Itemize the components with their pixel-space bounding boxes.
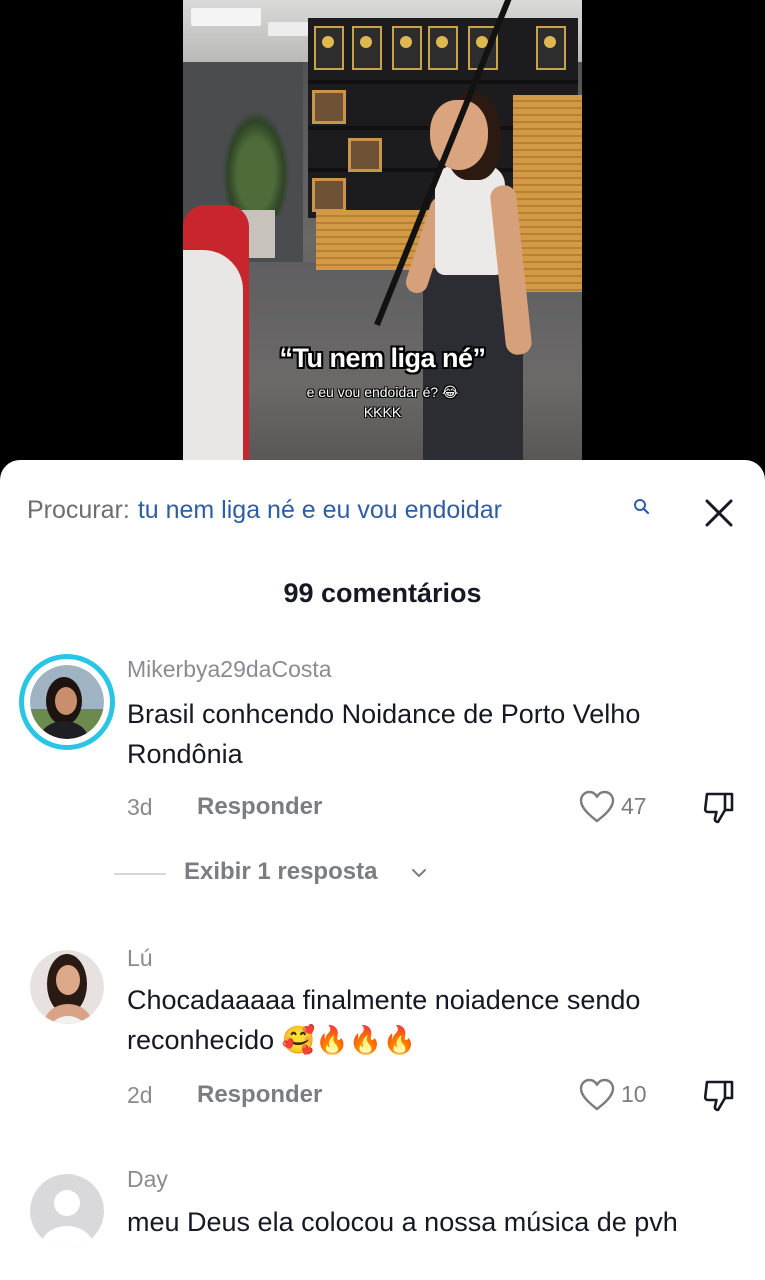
dislike-icon[interactable]: [701, 1078, 737, 1114]
search-query-link[interactable]: tu nem liga né e eu vou endoidar: [138, 496, 502, 524]
reply-button[interactable]: Responder: [197, 1081, 322, 1109]
avatar-story-ring[interactable]: [19, 654, 115, 750]
heart-icon[interactable]: [579, 1078, 615, 1112]
comment-username[interactable]: Mikerbya29daCosta: [127, 656, 332, 683]
video-caption-main: “Tu nem liga né”: [279, 343, 486, 373]
search-prefix: Procurar:: [27, 496, 130, 524]
avatar[interactable]: [30, 1174, 104, 1248]
heart-icon[interactable]: [579, 790, 615, 824]
chevron-down-icon[interactable]: [410, 864, 428, 882]
comment-text: Chocadaaaaa finalmente noiadence sendo r…: [127, 985, 641, 1055]
close-icon[interactable]: [700, 494, 738, 532]
comment-text: Brasil conhcendo Noidance de Porto Velho…: [127, 699, 641, 769]
reply-button[interactable]: Responder: [197, 793, 322, 821]
view-replies-label[interactable]: Exibir 1 resposta: [184, 858, 377, 886]
like-count: 10: [621, 1081, 647, 1107]
comment-time: 3d: [127, 794, 153, 820]
like-count: 47: [621, 793, 647, 819]
comment-text: meu Deus ela colocou a nossa música de p…: [127, 1207, 678, 1237]
comment-time: 2d: [127, 1082, 153, 1108]
avatar[interactable]: [30, 950, 104, 1024]
video-scene-plant: [223, 112, 289, 216]
video-player[interactable]: “Tu nem liga né” e eu vou endoidar é? 😂 …: [183, 0, 582, 462]
video-caption-sub: e eu vou endoidar é? 😂: [306, 384, 459, 400]
replies-divider: [114, 873, 166, 875]
comments-sheet: Procurar: tu nem liga né e eu vou endoida…: [0, 460, 765, 1280]
dislike-icon[interactable]: [701, 790, 737, 826]
video-caption-laugh: KKKK: [363, 404, 402, 420]
comment-username[interactable]: Day: [127, 1166, 168, 1193]
comment-username[interactable]: Lú: [127, 945, 153, 972]
comments-count: 99 comentários: [283, 578, 482, 608]
avatar: [30, 665, 104, 739]
search-icon[interactable]: [633, 498, 651, 516]
search-bar[interactable]: Procurar: tu nem liga né e eu vou endoida…: [27, 496, 502, 525]
